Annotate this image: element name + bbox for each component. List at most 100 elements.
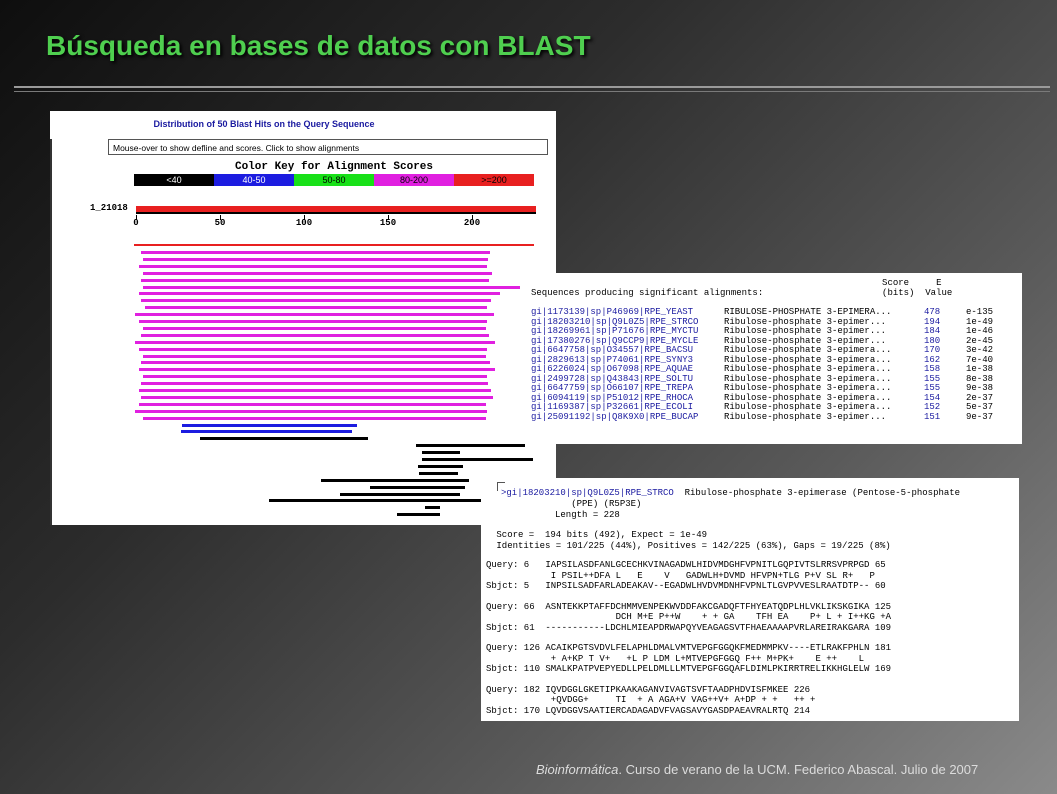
hit-bar[interactable]	[143, 354, 486, 358]
hit-bar[interactable]	[143, 271, 492, 275]
panel-edge	[50, 139, 52, 525]
hit-bar[interactable]	[139, 368, 495, 372]
hit-bar[interactable]	[181, 430, 352, 434]
hit-bar[interactable]	[141, 299, 491, 303]
hit-bar[interactable]	[143, 416, 486, 420]
sequence-id-link[interactable]: gi|25091192|sp|Q8K9X0|RPE_BUCAP	[531, 412, 724, 423]
defline-description: Ribulose-phosphate 3-epimerase (Pentose-…	[673, 488, 961, 498]
slide-footer: Bioinformática. Curso de verano de la UC…	[536, 762, 978, 777]
evalue: 1e-49	[966, 316, 994, 327]
query-line: Query: 6 IAPSILASDFANLGCECHKVINAGADWLHID…	[486, 560, 886, 570]
hit-bar[interactable]	[200, 437, 368, 441]
sbjct-line: Sbjct: 5 INPSILSADFARLADEAKAV--EGADWLHVD…	[486, 581, 886, 591]
hit-bar[interactable]	[340, 492, 460, 496]
hit-bar[interactable]	[182, 423, 357, 427]
evalue: 1e-38	[966, 364, 994, 374]
hit-bar[interactable]	[141, 395, 493, 399]
evalue: 8e-38	[966, 373, 994, 384]
hit-bar[interactable]	[425, 506, 440, 510]
graphic-title: Distribution of 50 Blast Hits on the Que…	[153, 119, 375, 129]
hit-bar[interactable]	[370, 485, 465, 489]
summary-list: gi|1173139|sp|P46969|RPE_YEAST RIBULOSE-P…	[531, 307, 994, 423]
axis-tick-label: 150	[379, 218, 397, 228]
mouseover-info-box: Mouse-over to show defline and scores. C…	[108, 139, 548, 155]
axis-tick-label: 100	[295, 218, 313, 228]
evalue: 1e-46	[966, 326, 994, 336]
sbjct-line: Sbjct: 61 -----------LDCHLMIEAPDRWAPQYVE…	[486, 622, 892, 633]
alignment-blocks: Query: 6 IAPSILASDFANLGCECHKVINAGADWLHID…	[486, 560, 891, 721]
hit-bar[interactable]	[139, 320, 487, 323]
blast-graphic-panel: Distribution of 50 Blast Hits on the Que…	[50, 111, 556, 525]
footer-text: . Curso de verano de la UCM. Federico Ab…	[618, 762, 979, 777]
hit-bar[interactable]	[419, 471, 458, 475]
match-line: DCH M+E P++W + + GA TFH EA P+ L + I++KG …	[486, 612, 892, 622]
top-hit-bar[interactable]	[134, 244, 534, 246]
hit-bar[interactable]	[143, 285, 520, 289]
summary-row: gi|25091192|sp|Q8K9X0|RPE_BUCAP Ribulose-…	[531, 411, 993, 423]
hit-bar[interactable]	[139, 402, 486, 406]
color-key-title: Color Key for Alignment Scores	[234, 161, 434, 173]
evalue: 3e-42	[966, 345, 994, 355]
axis-tick-label: 50	[214, 218, 226, 228]
significant-alignments-panel: Score E Sequences producing significant …	[521, 273, 1022, 444]
score-link[interactable]: 151	[924, 412, 966, 423]
hit-bar[interactable]	[141, 382, 488, 386]
hit-bar[interactable]	[141, 333, 489, 337]
hit-bar[interactable]	[321, 478, 469, 482]
sequence-length: Length = 228	[501, 510, 620, 520]
hit-bar[interactable]	[135, 340, 495, 344]
hit-bar[interactable]	[397, 513, 440, 517]
color-key-1: 40-50	[214, 174, 294, 186]
evalue: 7e-40	[966, 354, 994, 365]
sbjct-line: Sbjct: 170 LQVDGGVSAATIERCADAGADVFVAGSAV…	[486, 705, 811, 716]
color-key: <40 40-50 50-80 80-200 >=200	[134, 174, 534, 186]
axis-tick-label: 0	[133, 218, 139, 228]
hit-bar[interactable]	[135, 409, 487, 413]
defline-id-link[interactable]: >gi|18203210|sp|Q9L0Z5|RPE_STRCO	[501, 488, 674, 498]
hit-bar[interactable]	[141, 278, 489, 282]
query-label: 1_21018	[90, 203, 128, 213]
footer-italic: Bioinformática	[536, 762, 619, 777]
axis-tick-label: 200	[463, 218, 481, 228]
query-line: Query: 66 ASNTEKKPTAFFDCHMMVENPEKWVDDFAK…	[486, 601, 892, 612]
alignment-block: Query: 126 ACAIKPGTSVDVLFELAPHLDMALVMTVE…	[486, 643, 891, 675]
hit-bar[interactable]	[139, 347, 487, 351]
defline-line2: (PPE) (R5P3E)	[501, 499, 642, 509]
color-key-4: >=200	[454, 174, 534, 186]
match-line: I PSIL++DFA L E V GADWLH+DVMD HFVPN+TLG …	[486, 570, 875, 581]
hit-bar[interactable]	[422, 458, 533, 461]
query-line: Query: 126 ACAIKPGTSVDVLFELAPHLDMALVMTVE…	[486, 643, 892, 653]
match-line: + A+KP T V+ +L P LDM L+MTVEPGFGGQ F++ M+…	[486, 653, 865, 664]
alignment-block: Query: 66 ASNTEKKPTAFFDCHMMVENPEKWVDDFAK…	[486, 602, 891, 634]
slide-title: Búsqueda en bases de datos con BLAST	[46, 30, 591, 61]
identities-line: Identities = 101/225 (44%), Positives = …	[491, 541, 891, 551]
sbjct-line: Sbjct: 110 SMALKPATPVEPYEDLLPELDMLLLMTVE…	[486, 664, 892, 674]
hit-bar[interactable]	[418, 464, 463, 468]
score-line: Score = 194 bits (492), Expect = 1e-49	[491, 530, 708, 540]
title-divider	[14, 86, 1050, 88]
hit-bar[interactable]	[141, 251, 490, 254]
evalue: 5e-37	[966, 402, 994, 412]
evalue: e-135	[966, 307, 994, 317]
evalue: 2e-45	[966, 335, 994, 346]
hit-bar[interactable]	[143, 326, 486, 330]
evalue: 2e-37	[966, 392, 994, 403]
title-divider-secondary	[14, 91, 1050, 92]
hit-bar[interactable]	[143, 257, 488, 261]
summary-header-line2: Sequences producing significant alignmen…	[531, 287, 953, 298]
color-key-0: <40	[134, 174, 214, 186]
hit-bar[interactable]	[416, 444, 525, 448]
hit-bar[interactable]	[143, 375, 487, 379]
hit-bar[interactable]	[139, 292, 500, 296]
hit-bar[interactable]	[269, 499, 490, 503]
match-line: +QVDGG+ TI + A AGA+V VAG++V+ A+DP + + ++…	[486, 695, 816, 705]
hit-bar[interactable]	[139, 264, 487, 268]
alignment-defline: >gi|18203210|sp|Q9L0Z5|RPE_STRCO Ribulos…	[501, 488, 960, 521]
sequence-description: Ribulose-phosphate 3-epimer...	[724, 411, 887, 422]
hit-bar[interactable]	[139, 389, 491, 392]
hit-bar[interactable]	[135, 313, 494, 317]
hit-bar[interactable]	[422, 451, 460, 455]
summary-header-line1: Score E	[531, 278, 942, 288]
hit-bar[interactable]	[141, 361, 490, 365]
hit-bar[interactable]	[145, 306, 487, 310]
